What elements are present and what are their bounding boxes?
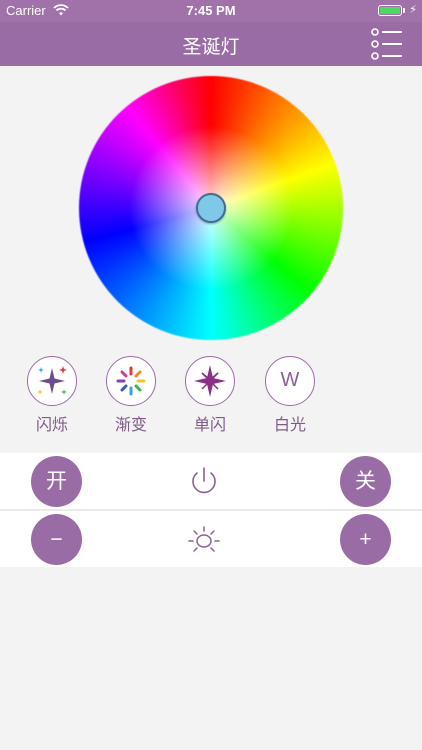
gradient-burst-icon [106, 356, 156, 406]
color-wheel[interactable] [79, 76, 343, 340]
list-menu-icon[interactable] [370, 27, 404, 61]
brightness-increase-button[interactable]: + [340, 514, 391, 565]
mode-single-flash-label: 单闪 [193, 417, 226, 434]
nav-bar: 圣诞灯 [0, 22, 422, 66]
power-off-button[interactable]: 关 [340, 456, 391, 507]
battery-cap [403, 8, 405, 13]
mode-white-light-label: 白光 [273, 417, 306, 434]
brightness-decrease-button[interactable]: − [31, 514, 82, 565]
mode-selector: 闪烁 渐变 单闪 W 白光 [0, 356, 422, 436]
status-bar: Carrier 7:45 PM ⚡ [0, 0, 422, 22]
white-light-icon: W [265, 356, 315, 406]
color-picker-knob[interactable] [196, 193, 226, 223]
carrier-label: Carrier [6, 3, 46, 18]
charging-bolt-icon: ⚡ [409, 4, 417, 16]
wifi-icon [53, 4, 69, 16]
brightness-sun-icon [188, 526, 220, 552]
battery-icon [378, 5, 402, 16]
brightness-row: − + [0, 511, 422, 567]
mode-gradient-button[interactable]: 渐变 [101, 356, 161, 436]
single-star-icon [185, 356, 235, 406]
power-on-button[interactable]: 开 [31, 456, 82, 507]
mode-single-flash-button[interactable]: 单闪 [180, 356, 240, 436]
power-icon[interactable] [186, 463, 222, 499]
mode-flash-label: 闪烁 [35, 417, 68, 434]
mode-white-light-button[interactable]: W 白光 [260, 356, 320, 436]
page-title: 圣诞灯 [182, 37, 240, 58]
white-light-letter: W [280, 369, 300, 391]
sparkle-icon [27, 356, 77, 406]
mode-flash-button[interactable]: 闪烁 [22, 356, 82, 436]
mode-gradient-label: 渐变 [114, 417, 147, 434]
power-row: 开 关 [0, 453, 422, 509]
